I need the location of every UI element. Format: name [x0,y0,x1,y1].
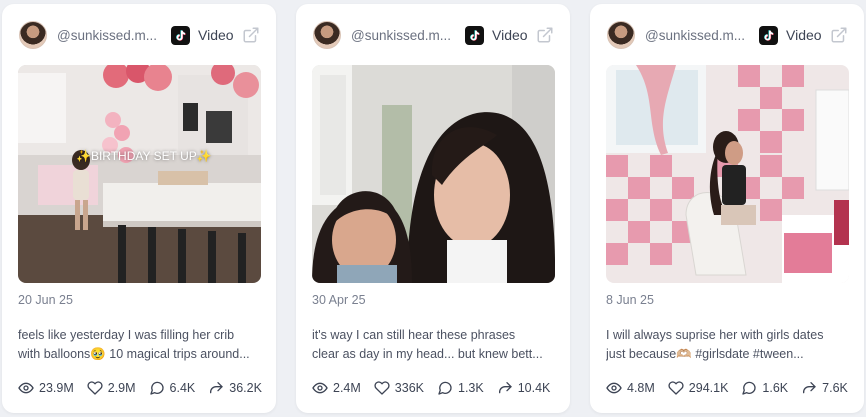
likes-count: 294.1K [688,381,729,395]
platform-label: Video [198,27,234,43]
external-link-icon[interactable] [242,26,260,44]
heart-icon [374,381,390,395]
platform-label: Video [492,27,528,43]
views-stat: 2.4M [312,380,361,396]
external-link-icon[interactable] [830,26,848,44]
video-thumbnail[interactable] [312,65,555,283]
comments-count: 6.4K [169,381,196,395]
caption-line: feels like yesterday I was filling her c… [18,328,235,342]
share-icon [210,382,223,394]
caption-line: I will always suprise her with girls dat… [606,328,824,342]
shares-stat: 36.2K [208,380,262,396]
comments-count: 1.6K [762,381,789,395]
post-caption: I will always suprise her with girls dat… [606,326,850,364]
likes-stat: 294.1K [668,380,729,396]
heart-icon [87,381,103,395]
likes-stat: 2.9M [87,380,136,396]
video-thumbnail[interactable] [606,65,849,283]
post-date: 20 Jun 25 [18,293,73,307]
views-count: 23.9M [39,381,74,395]
shares-stat: 7.6K [801,380,848,396]
comments-stat: 1.6K [741,380,788,396]
comment-icon [149,381,164,395]
share-icon [498,382,512,394]
post-card[interactable]: @sunkissed.m... Video 30 Apr 25 it's way… [296,4,570,413]
caption-line: just because🫶🏼 #girlsdate #tween... [606,347,804,361]
tiktok-icon [171,25,190,45]
views-count: 2.4M [333,381,361,395]
eye-icon [18,382,34,394]
creator-handle[interactable]: @sunkissed.m... [645,28,749,43]
tiktok-icon [465,25,484,45]
eye-icon [606,382,622,394]
heart-icon [668,381,684,395]
shares-count: 10.4K [517,381,551,395]
comment-icon [438,381,452,395]
post-date: 30 Apr 25 [312,293,366,307]
caption-line: clear as day in my head... but knew bett… [312,347,543,361]
thumbnail-overlay-text: ✨BIRTHDAY SET UP✨ [76,149,212,163]
platform-label: Video [786,27,822,43]
post-card[interactable]: @sunkissed.m... Video [590,4,864,413]
video-thumbnail[interactable]: ✨BIRTHDAY SET UP✨ [18,65,261,283]
post-stats: 23.9M 2.9M 6.4K 36.2K [18,379,275,397]
creator-handle[interactable]: @sunkissed.m... [351,28,455,43]
share-icon [803,382,816,394]
eye-icon [312,382,328,394]
caption-line: it's way I can still hear these phrases [312,328,516,342]
views-stat: 4.8M [606,380,655,396]
shares-count: 7.6K [822,381,848,395]
post-stats: 2.4M 336K 1.3K 10.4K [312,379,563,397]
caption-line: with balloons🥹 10 magical trips around..… [18,347,250,361]
post-stats: 4.8M 294.1K 1.6K 7.6K [606,379,861,397]
external-link-icon[interactable] [536,26,554,44]
tiktok-icon [759,25,778,45]
post-caption: it's way I can still hear these phrases … [312,326,556,364]
avatar[interactable] [313,21,341,49]
card-header: @sunkissed.m... Video [607,20,852,50]
likes-count: 336K [394,381,424,395]
avatar[interactable] [19,21,47,49]
comments-stat: 6.4K [149,380,196,396]
shares-stat: 10.4K [497,380,551,396]
avatar[interactable] [607,21,635,49]
post-card[interactable]: @sunkissed.m... Video [2,4,276,413]
post-caption: feels like yesterday I was filling her c… [18,326,262,364]
views-stat: 23.9M [18,380,74,396]
shares-count: 36.2K [229,381,262,395]
comments-count: 1.3K [458,381,484,395]
card-header: @sunkissed.m... Video [19,20,264,50]
post-date: 8 Jun 25 [606,293,654,307]
likes-count: 2.9M [107,381,136,395]
comment-icon [742,381,757,395]
card-header: @sunkissed.m... Video [313,20,558,50]
views-count: 4.8M [627,381,655,395]
comments-stat: 1.3K [437,380,484,396]
likes-stat: 336K [374,380,424,396]
creator-handle[interactable]: @sunkissed.m... [57,28,161,43]
